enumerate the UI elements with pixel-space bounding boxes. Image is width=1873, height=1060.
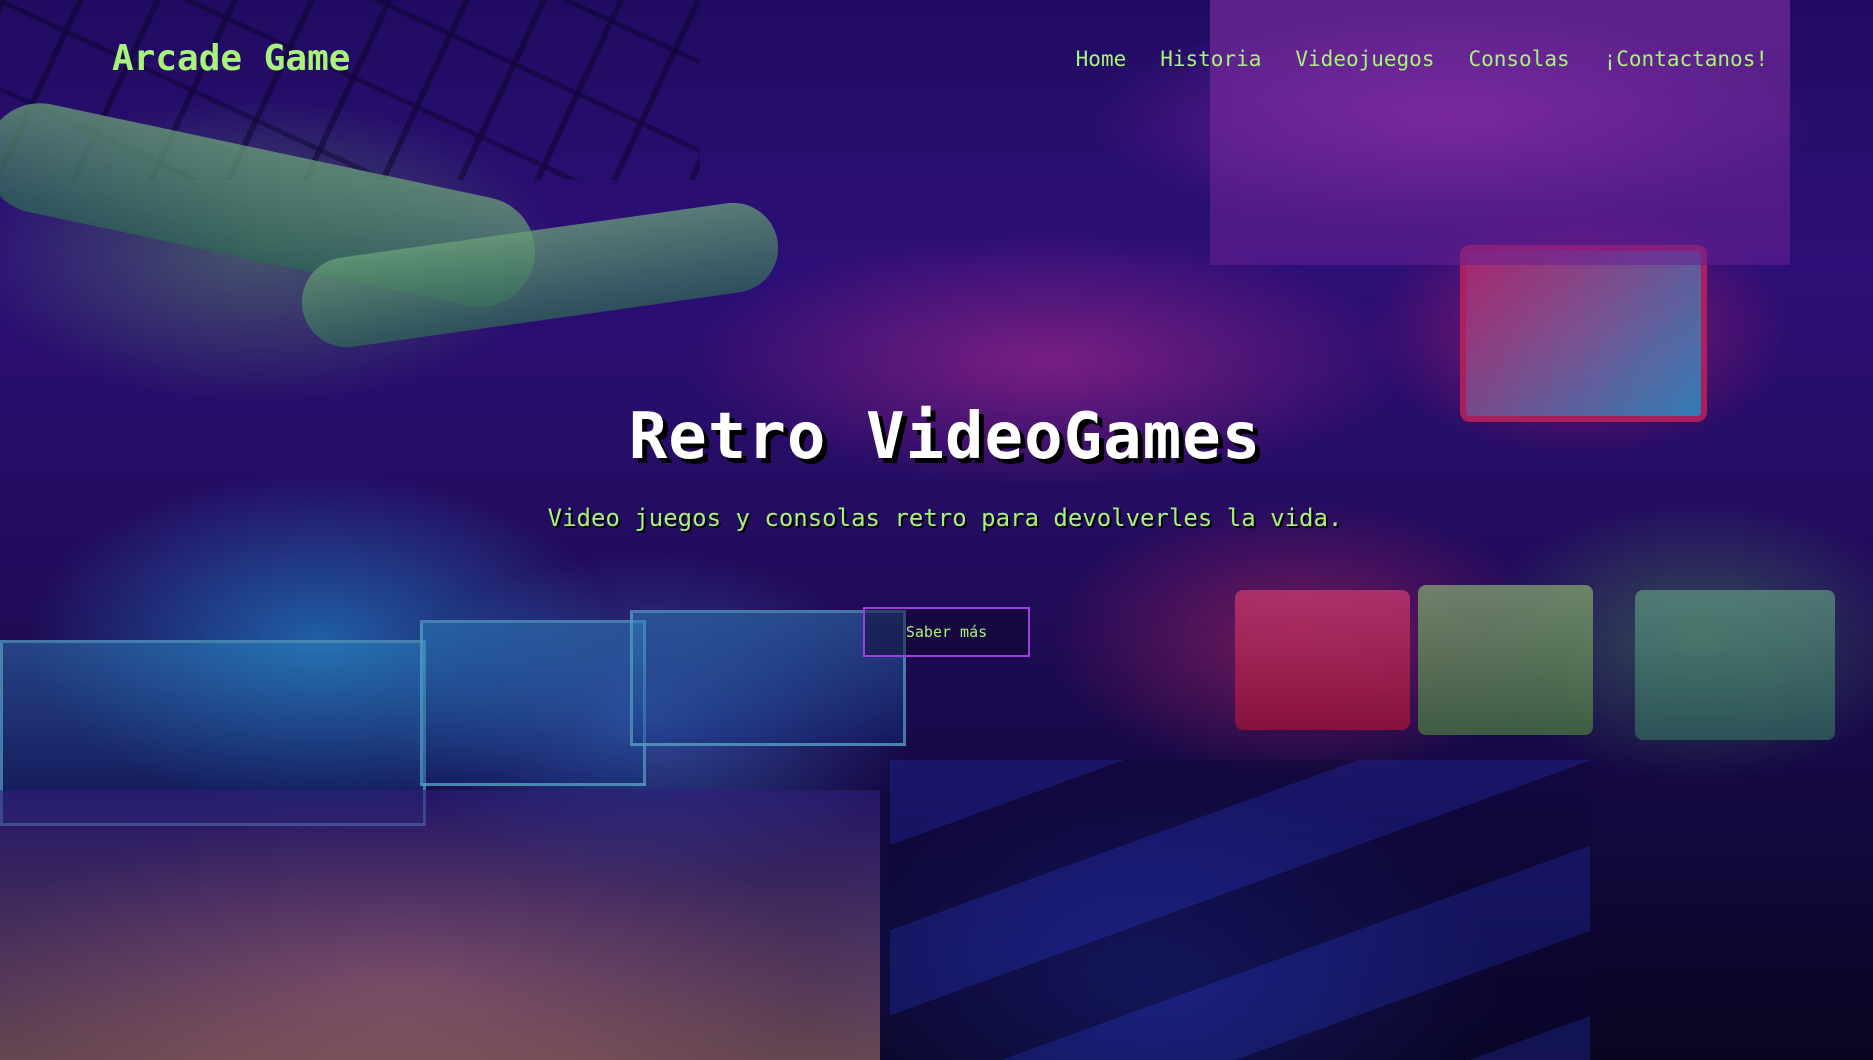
nav-link-videojuegos[interactable]: Videojuegos [1295, 47, 1434, 71]
nav-item: ¡Contactanos! [1604, 47, 1768, 71]
brand-logo-link[interactable]: Arcade Game [112, 38, 350, 79]
learn-more-button[interactable]: Saber más [863, 607, 1030, 657]
nav-item: Historia [1160, 47, 1261, 71]
nav-links: Home Historia Videojuegos Consolas ¡Cont… [1076, 47, 1768, 71]
nav-link-historia[interactable]: Historia [1160, 47, 1261, 71]
nav-item: Consolas [1468, 47, 1569, 71]
nav-link-contactanos[interactable]: ¡Contactanos! [1604, 47, 1768, 71]
nav-item: Home [1076, 47, 1127, 71]
hero-title: Retro VideoGames [628, 400, 1262, 474]
hero-content: Retro VideoGames Video juegos y consolas… [0, 400, 1873, 532]
hero-subtitle: Video juegos y consolas retro para devol… [547, 504, 1343, 532]
nav-link-home[interactable]: Home [1076, 47, 1127, 71]
nav-item: Videojuegos [1295, 47, 1434, 71]
hero-section: Arcade Game Home Historia Videojuegos Co… [0, 0, 1873, 1060]
nav-link-consolas[interactable]: Consolas [1468, 47, 1569, 71]
navbar: Arcade Game Home Historia Videojuegos Co… [0, 0, 1873, 120]
